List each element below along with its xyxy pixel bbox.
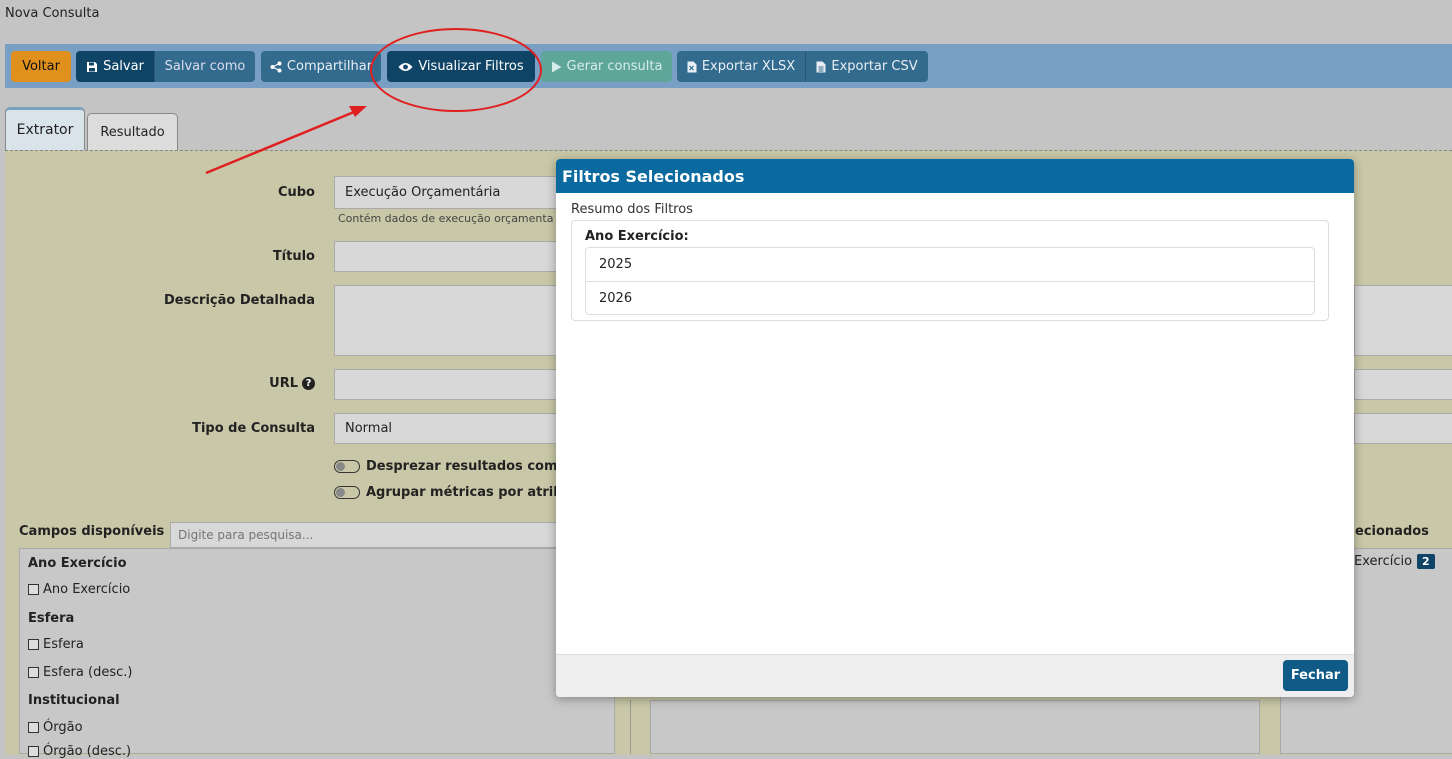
selected-field-label: Exercício bbox=[1354, 554, 1413, 569]
query-type-select[interactable]: Normal bbox=[334, 413, 564, 444]
page-title: Nova Consulta bbox=[5, 6, 100, 21]
checkbox[interactable] bbox=[28, 667, 39, 678]
cube-select[interactable]: Execução Orçamentária bbox=[334, 176, 564, 209]
back-button[interactable]: Voltar bbox=[11, 51, 71, 82]
share-button[interactable]: Compartilhar bbox=[261, 51, 381, 82]
group-header: Esfera bbox=[28, 611, 75, 626]
share-label: Compartilhar bbox=[286, 59, 373, 74]
group-header: Ano Exercício bbox=[28, 556, 127, 571]
filter-value: 2025 bbox=[599, 257, 633, 272]
generate-query-label: Gerar consulta bbox=[566, 59, 663, 74]
description-label: Descrição Detalhada bbox=[163, 293, 315, 308]
checkbox[interactable] bbox=[28, 639, 39, 650]
ignore-results-toggle-row[interactable]: Desprezar resultados com bbox=[334, 459, 558, 474]
modal-footer: Fechar bbox=[556, 654, 1354, 697]
toggle-switch[interactable] bbox=[334, 460, 360, 473]
group-header: Institucional bbox=[28, 693, 120, 708]
drop-zone-divider bbox=[630, 700, 651, 754]
field-item[interactable]: Órgão (desc.) bbox=[28, 744, 131, 759]
field-label: Órgão bbox=[43, 720, 83, 735]
share-icon bbox=[270, 61, 282, 72]
query-type-label: Tipo de Consulta bbox=[192, 421, 315, 436]
checkbox[interactable] bbox=[28, 746, 39, 757]
available-fields-list: Ano Exercício Ano Exercício Esfera Esfer… bbox=[19, 548, 615, 759]
cube-hint: Contém dados de execução orçamenta bbox=[338, 212, 554, 225]
title-label: Título bbox=[272, 249, 315, 264]
selected-field-item[interactable]: Exercício 2 bbox=[1354, 554, 1435, 569]
description-textarea-right-edge bbox=[1354, 285, 1452, 356]
toolbar: Voltar Salvar Salvar como Compartilhar V… bbox=[5, 44, 1452, 88]
fields-search-input[interactable] bbox=[170, 522, 610, 548]
field-label: Órgão (desc.) bbox=[43, 744, 132, 759]
csv-file-icon bbox=[816, 61, 826, 72]
eye-icon bbox=[398, 62, 413, 71]
excel-file-icon bbox=[687, 61, 697, 72]
url-label: URL bbox=[269, 376, 298, 391]
field-label: Ano Exercício bbox=[43, 582, 131, 597]
view-filters-label: Visualizar Filtros bbox=[418, 59, 524, 74]
toggle-switch[interactable] bbox=[334, 486, 360, 499]
url-input-right-edge bbox=[1354, 369, 1452, 400]
group-metrics-label: Agrupar métricas por atril bbox=[366, 485, 558, 500]
save-button[interactable]: Salvar bbox=[76, 51, 154, 82]
group-metrics-toggle-row[interactable]: Agrupar métricas por atril bbox=[334, 485, 558, 500]
floppy-disk-icon bbox=[87, 61, 98, 72]
export-xlsx-label: Exportar XLSX bbox=[701, 59, 796, 74]
tab-result[interactable]: Resultado bbox=[87, 113, 178, 150]
field-item[interactable]: Órgão bbox=[28, 720, 83, 735]
generate-query-button[interactable]: Gerar consulta bbox=[541, 51, 672, 82]
field-label: Esfera bbox=[43, 637, 84, 652]
ignore-results-label: Desprezar resultados com bbox=[366, 459, 558, 474]
filter-value: 2026 bbox=[586, 281, 1314, 314]
field-label: Esfera (desc.) bbox=[43, 665, 133, 680]
title-input[interactable] bbox=[334, 241, 564, 272]
filter-name: Ano Exercício: bbox=[585, 229, 689, 244]
help-icon[interactable]: ? bbox=[302, 377, 315, 390]
field-item[interactable]: Ano Exercício bbox=[28, 582, 130, 597]
play-icon bbox=[551, 61, 562, 72]
checkbox[interactable] bbox=[28, 584, 39, 595]
checkbox[interactable] bbox=[28, 722, 39, 733]
field-item[interactable]: Esfera bbox=[28, 637, 84, 652]
modal-title: Filtros Selecionados bbox=[556, 159, 1354, 193]
save-as-button[interactable]: Salvar como bbox=[154, 51, 255, 82]
selected-fields-label: ecionados bbox=[1355, 524, 1429, 539]
url-label-row: URL ? bbox=[200, 376, 315, 391]
export-csv-button[interactable]: Exportar CSV bbox=[805, 51, 928, 82]
url-input[interactable] bbox=[334, 369, 564, 400]
filter-values-list: 2025 2026 bbox=[585, 247, 1315, 315]
view-filters-button[interactable]: Visualizar Filtros bbox=[387, 51, 535, 82]
field-item[interactable]: Esfera (desc.) bbox=[28, 665, 132, 680]
cube-label: Cubo bbox=[277, 185, 315, 200]
tab-extractor[interactable]: Extrator bbox=[5, 107, 85, 150]
query-type-right-edge bbox=[1354, 413, 1452, 444]
modal-subtitle: Resumo dos Filtros bbox=[571, 202, 693, 217]
description-textarea[interactable] bbox=[334, 285, 564, 356]
save-label: Salvar bbox=[103, 59, 144, 74]
export-csv-label: Exportar CSV bbox=[831, 59, 918, 74]
selected-filters-modal: Filtros Selecionados Resumo dos Filtros … bbox=[556, 159, 1354, 697]
filter-card: Ano Exercício: 2025 2026 bbox=[571, 220, 1329, 321]
drop-zone[interactable] bbox=[650, 700, 1260, 754]
export-xlsx-button[interactable]: Exportar XLSX bbox=[677, 51, 805, 82]
available-fields-label: Campos disponíveis bbox=[19, 524, 165, 539]
filter-count-badge: 2 bbox=[1417, 554, 1435, 569]
close-button[interactable]: Fechar bbox=[1283, 660, 1348, 691]
